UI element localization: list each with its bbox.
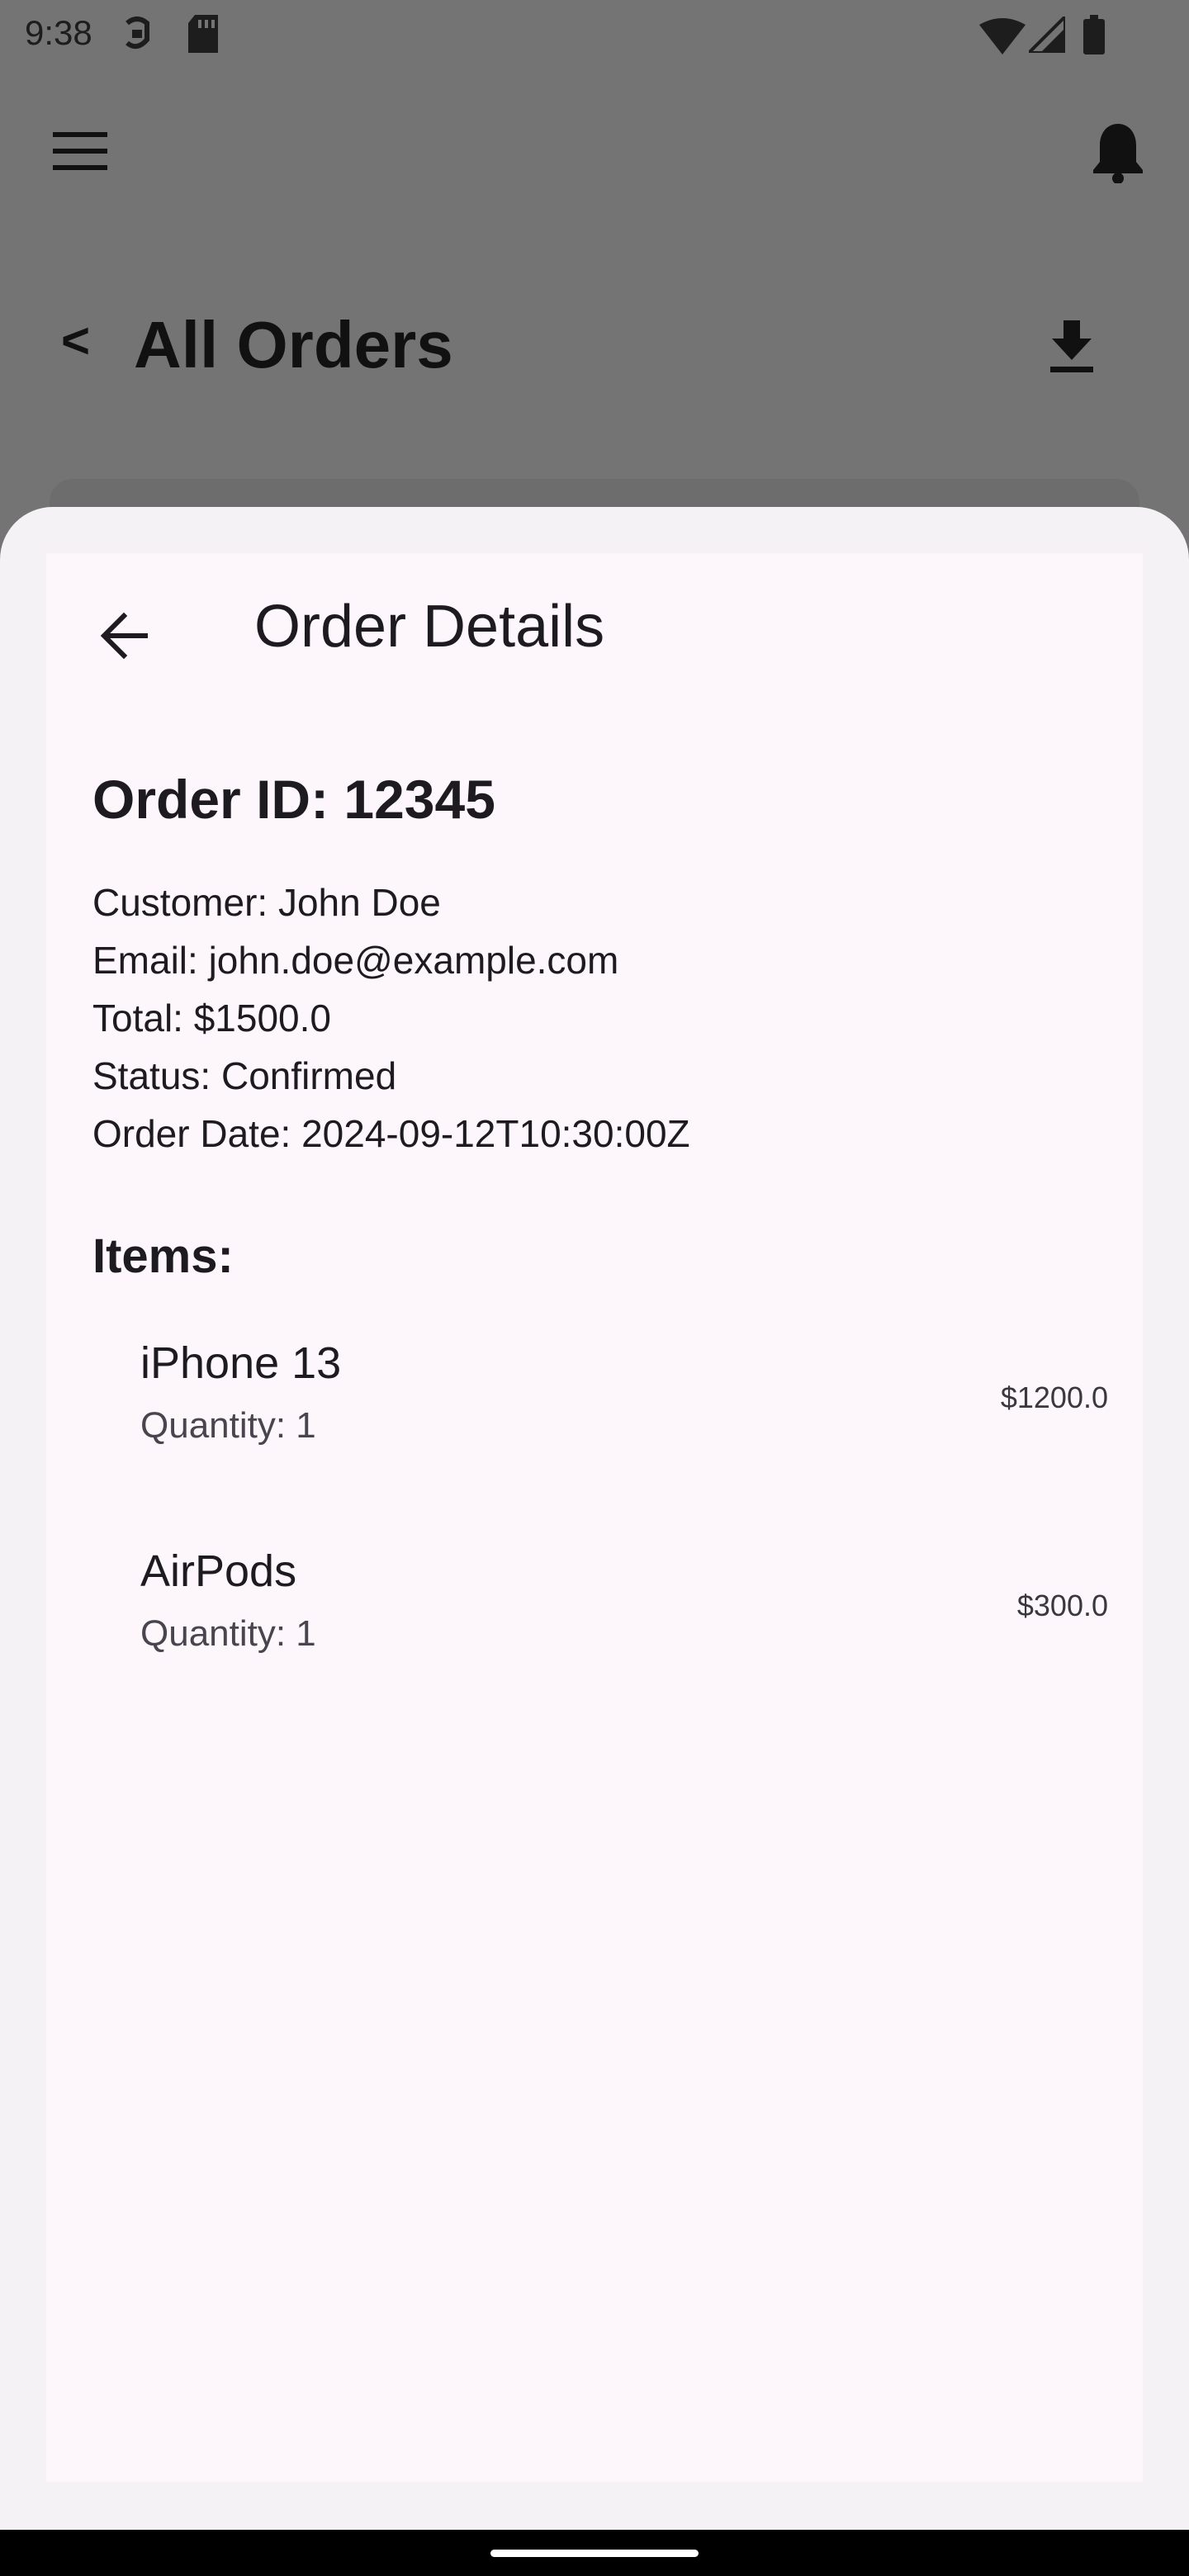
order-total: Total: $1500.0 xyxy=(92,997,332,1039)
back-button[interactable]: < xyxy=(61,312,90,369)
item-quantity: Quantity: 1 xyxy=(140,1613,316,1654)
item-name: AirPods xyxy=(140,1546,297,1596)
customer-name: Customer: John Doe xyxy=(92,881,441,924)
battery-icon xyxy=(1083,15,1105,59)
download-icon[interactable] xyxy=(1049,320,1095,377)
item-price: $1200.0 xyxy=(1000,1380,1108,1414)
sd-card-icon xyxy=(187,15,220,57)
item-name: iPhone 13 xyxy=(140,1338,342,1388)
items-heading: Items: xyxy=(92,1229,234,1283)
list-item[interactable]: AirPods Quantity: 1 $300.0 xyxy=(92,1546,1108,1694)
home-handle[interactable] xyxy=(490,2550,699,2557)
sync-icon xyxy=(121,15,154,60)
order-status: Status: Confirmed xyxy=(92,1054,397,1097)
page-title: All Orders xyxy=(134,308,453,381)
list-item[interactable]: iPhone 13 Quantity: 1 $1200.0 xyxy=(92,1338,1108,1486)
customer-email: Email: john.doe@example.com xyxy=(92,939,619,982)
signal-icon xyxy=(1025,12,1067,57)
order-details-content xyxy=(46,553,1143,2482)
menu-icon[interactable] xyxy=(53,132,107,174)
arrow-back-icon[interactable] xyxy=(96,603,162,669)
order-date: Order Date: 2024-09-12T10:30:00Z xyxy=(92,1112,690,1155)
order-id: Order ID: 12345 xyxy=(92,769,495,830)
status-bar: 9:38 xyxy=(0,0,1189,69)
bell-icon[interactable] xyxy=(1092,121,1144,187)
wifi-icon xyxy=(979,18,1026,59)
app-bar xyxy=(0,99,1189,198)
sheet-title: Order Details xyxy=(254,594,605,660)
item-quantity: Quantity: 1 xyxy=(140,1405,316,1446)
status-time: 9:38 xyxy=(25,13,92,52)
item-price: $300.0 xyxy=(1016,1589,1108,1622)
